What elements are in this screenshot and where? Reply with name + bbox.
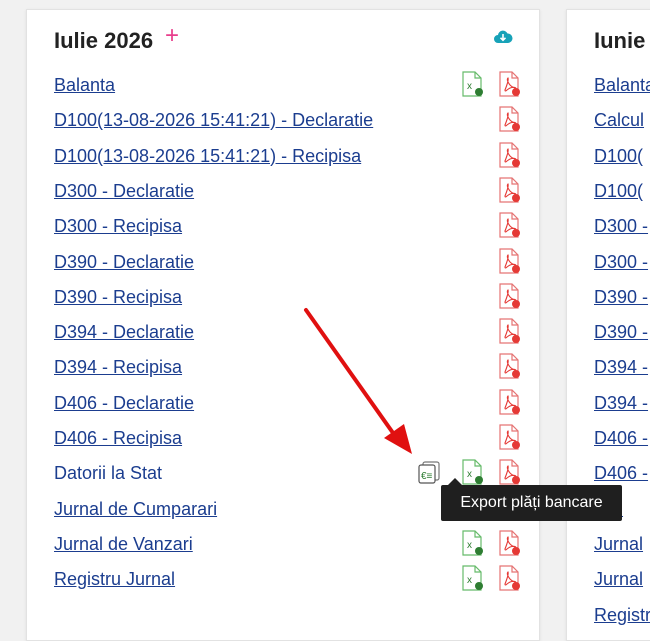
report-link[interactable]: D394 - <box>594 393 648 413</box>
report-row: D300 - Recipisa <box>54 214 182 238</box>
report-link[interactable]: Jurnal de Cumparari <box>54 499 217 519</box>
pdf-icon[interactable] <box>497 459 521 485</box>
pdf-icon[interactable] <box>497 353 521 379</box>
pdf-icon[interactable] <box>497 247 521 274</box>
report-link[interactable]: D300 - Recipisa <box>54 216 182 236</box>
svg-text:x: x <box>467 540 472 551</box>
report-row: D300 - <box>594 214 648 238</box>
report-link: Datorii la Stat <box>54 463 163 484</box>
report-row: D300 - Declaratie <box>54 179 194 203</box>
card-title: Iulie 2026 <box>54 28 154 53</box>
excel-icon[interactable]: x <box>460 530 484 556</box>
report-row: D390 - <box>594 320 648 344</box>
report-link[interactable]: D406 - Declaratie <box>54 393 194 413</box>
report-link[interactable]: D406 - <box>594 463 648 483</box>
report-row: D406 - <box>594 461 648 485</box>
report-link[interactable]: D406 - <box>594 428 648 448</box>
report-link[interactable]: D100( <box>594 146 643 166</box>
report-link[interactable]: D100( <box>594 181 643 201</box>
report-row: Jurnal <box>594 532 643 556</box>
report-row: D390 - Recipisa <box>54 285 182 309</box>
report-link[interactable]: Balanta <box>594 75 650 95</box>
report-link[interactable]: Balanta <box>54 75 115 95</box>
report-link[interactable]: Registr <box>594 605 650 625</box>
report-row: Balanta <box>594 73 650 97</box>
pdf-icon[interactable] <box>497 106 521 132</box>
tooltip: Export plăți bancare <box>441 485 622 521</box>
pdf-icon[interactable] <box>497 389 521 415</box>
report-row: Jurnal de Cumparari <box>54 497 217 521</box>
pdf-icon[interactable] <box>497 530 521 556</box>
report-link[interactable]: Registru Jurnal <box>54 569 175 589</box>
excel-icon[interactable]: x <box>460 565 484 591</box>
cloud-download-icon[interactable] <box>493 28 513 46</box>
report-row: D406 - Recipisa <box>54 426 182 450</box>
report-link[interactable]: D390 - <box>594 322 648 342</box>
report-link[interactable]: D406 - Recipisa <box>54 428 182 448</box>
report-link[interactable]: D300 - <box>594 216 648 236</box>
report-link[interactable]: D390 - Recipisa <box>54 287 182 307</box>
report-link[interactable]: D394 - Declaratie <box>54 322 194 342</box>
add-button[interactable]: + <box>165 24 179 48</box>
report-row: D394 - <box>594 391 648 415</box>
report-link[interactable]: D300 - <box>594 252 648 272</box>
month-card-iulie: Iulie 2026 + Balanta x D100(13-08-2026 15:… <box>26 9 540 641</box>
report-row: D100(13-08-2026 15:41:21) - Recipisa <box>54 144 361 168</box>
report-row: Jurnal de Vanzari <box>54 532 193 556</box>
report-link[interactable]: Jurnal de Vanzari <box>54 534 193 554</box>
report-row: D100( <box>594 179 643 203</box>
svg-text:€≡: €≡ <box>421 471 433 482</box>
pdf-icon[interactable] <box>497 141 521 168</box>
report-link[interactable]: D100(13-08-2026 15:41:21) - Recipisa <box>54 146 361 166</box>
svg-text:x: x <box>467 469 472 480</box>
report-link[interactable]: Jurnal <box>594 569 643 589</box>
report-row: D390 - <box>594 285 648 309</box>
report-link[interactable]: Jurnal <box>594 534 643 554</box>
pdf-icon[interactable] <box>497 318 521 344</box>
report-row: Datorii la Stat <box>54 461 162 485</box>
report-row: D394 - <box>594 355 648 379</box>
report-link[interactable]: D300 - Declaratie <box>54 181 194 201</box>
report-row: Registr <box>594 603 650 627</box>
report-link[interactable]: D390 - Declaratie <box>54 252 194 272</box>
pdf-icon[interactable] <box>497 424 521 450</box>
report-row: D100( <box>594 144 643 168</box>
report-row: D406 - Declaratie <box>54 391 194 415</box>
month-card-iunie: Iunie Balanta Calcul D100( D100( D300 - D300 … <box>566 9 650 641</box>
pdf-icon[interactable] <box>497 283 521 309</box>
excel-icon[interactable]: x <box>460 71 484 97</box>
bank-export-icon[interactable]: €≡ <box>417 459 441 485</box>
report-row: D394 - Recipisa <box>54 355 182 379</box>
report-link[interactable]: D394 - Recipisa <box>54 357 182 377</box>
report-row: D300 - <box>594 250 648 274</box>
report-row: Registru Jurnal <box>54 567 175 591</box>
report-link[interactable]: Calcul <box>594 110 644 130</box>
report-link[interactable]: D394 - <box>594 357 648 377</box>
report-row: D394 - Declaratie <box>54 320 194 344</box>
svg-text:x: x <box>467 81 472 92</box>
report-row: D390 - Declaratie <box>54 250 194 274</box>
report-row: D100(13-08-2026 15:41:21) - Declaratie <box>54 108 373 132</box>
report-row: Balanta <box>54 73 115 97</box>
report-row: D406 - <box>594 426 648 450</box>
card-title: Iunie <box>594 28 646 53</box>
report-link[interactable]: D390 - <box>594 287 648 307</box>
excel-icon[interactable]: x <box>460 459 484 485</box>
pdf-icon[interactable] <box>497 177 521 203</box>
report-row: Jurnal <box>594 567 643 591</box>
pdf-icon[interactable] <box>497 212 521 238</box>
report-row: Calcul <box>594 108 644 132</box>
pdf-icon[interactable] <box>497 565 521 591</box>
svg-text:x: x <box>467 575 472 586</box>
pdf-icon[interactable] <box>497 71 521 97</box>
report-link[interactable]: D100(13-08-2026 15:41:21) - Declaratie <box>54 110 373 130</box>
